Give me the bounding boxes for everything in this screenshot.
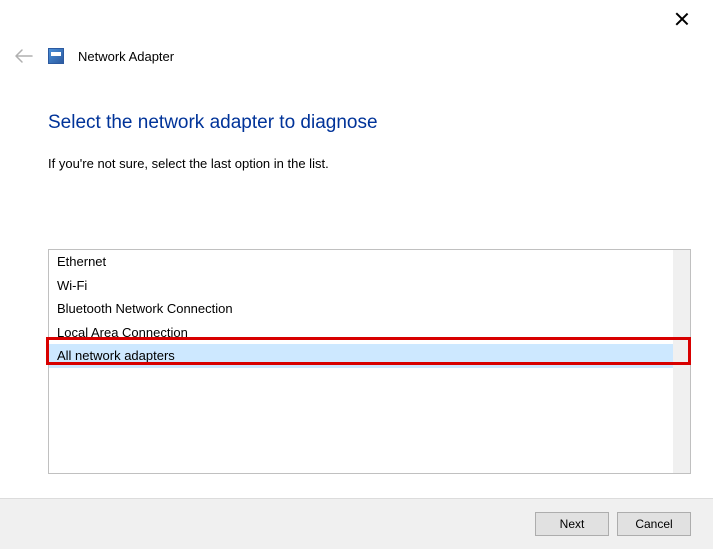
page-heading: Select the network adapter to diagnose [48, 112, 691, 134]
close-button[interactable] [675, 12, 689, 26]
back-button[interactable] [14, 48, 34, 64]
next-button[interactable]: Next [535, 512, 609, 536]
adapter-list-item[interactable]: All network adapters [49, 344, 690, 368]
network-adapter-icon [48, 48, 64, 64]
adapter-list-item[interactable]: Ethernet [49, 250, 690, 274]
header-bar: Network Adapter [14, 48, 174, 64]
content-area: Select the network adapter to diagnose I… [48, 112, 691, 474]
adapter-list-item[interactable]: Local Area Connection [49, 321, 690, 345]
window-title: Network Adapter [78, 49, 174, 64]
instruction-text: If you're not sure, select the last opti… [48, 156, 691, 171]
scrollbar[interactable] [673, 250, 690, 473]
adapter-list-item[interactable]: Wi-Fi [49, 274, 690, 298]
adapter-listbox[interactable]: EthernetWi-FiBluetooth Network Connectio… [48, 249, 691, 474]
cancel-button[interactable]: Cancel [617, 512, 691, 536]
footer-bar: Next Cancel [0, 498, 713, 549]
adapter-list-item[interactable]: Bluetooth Network Connection [49, 297, 690, 321]
